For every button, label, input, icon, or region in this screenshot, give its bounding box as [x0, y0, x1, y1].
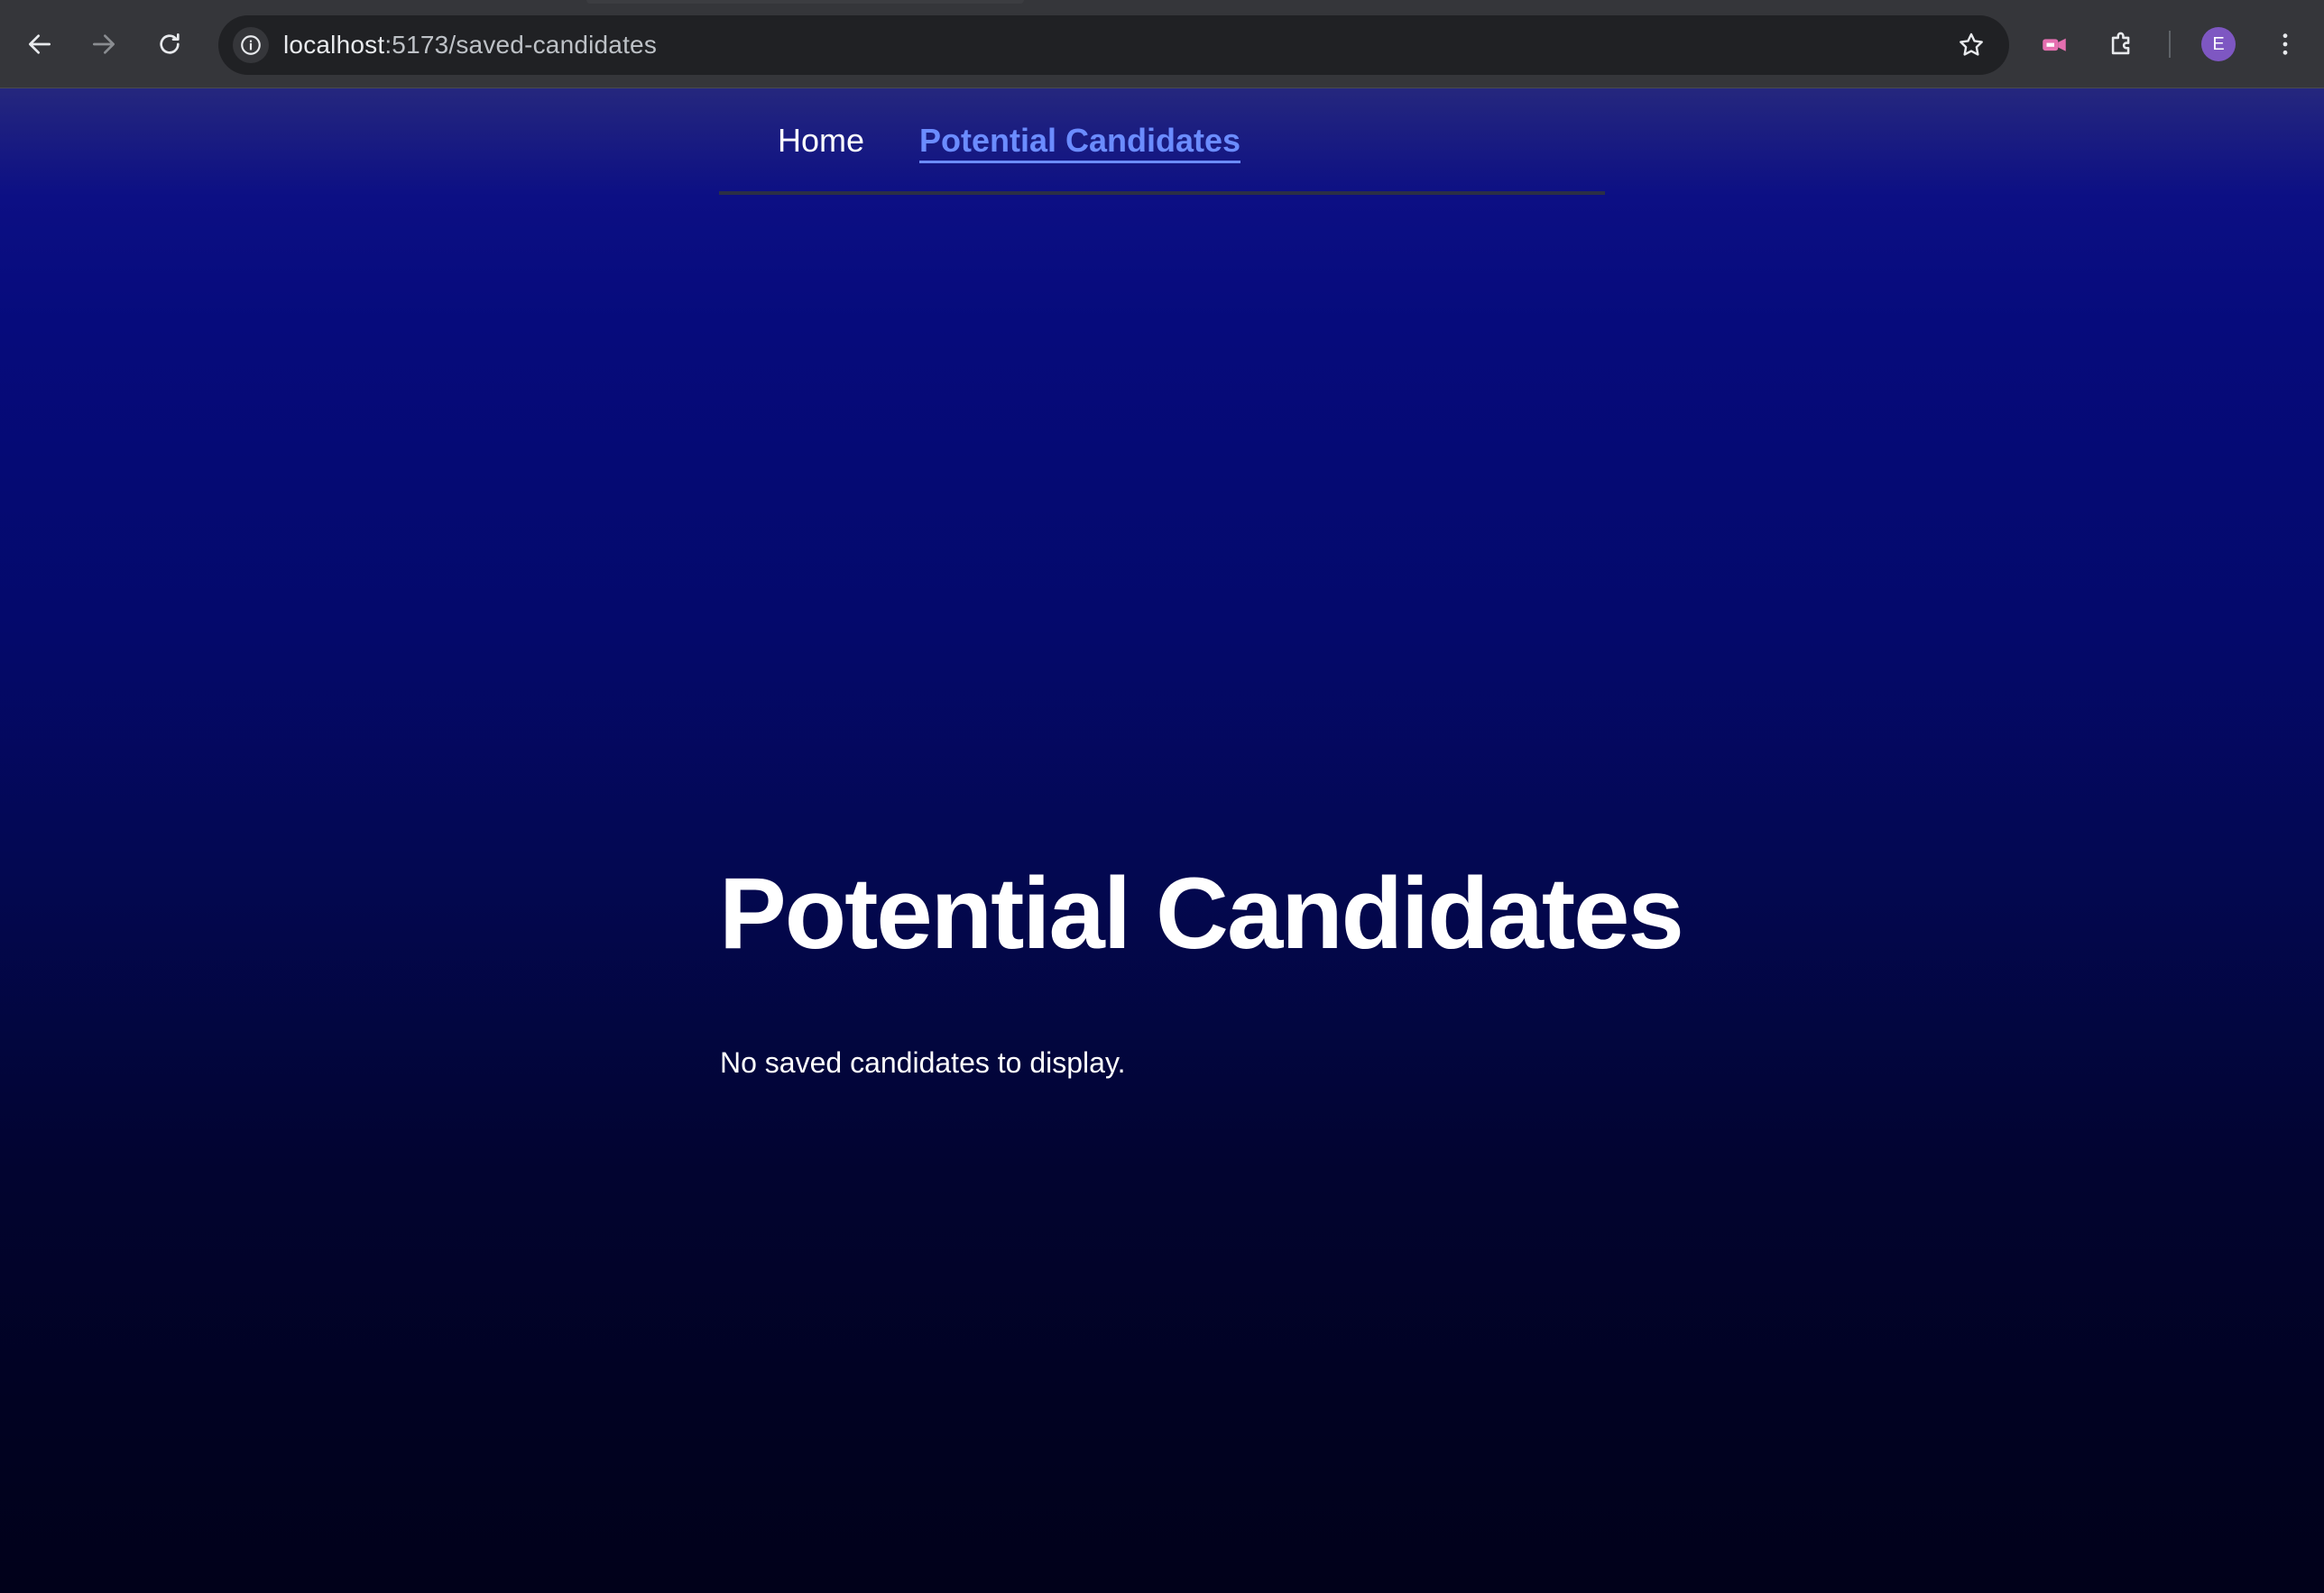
extensions-button[interactable] — [2101, 23, 2143, 65]
site-navigation: Home Potential Candidates — [719, 88, 1605, 195]
back-button[interactable] — [19, 23, 60, 65]
nav-link-home[interactable]: Home — [778, 121, 864, 161]
arrow-left-icon — [29, 34, 51, 54]
page-title: Potential Candidates — [719, 857, 1684, 970]
browser-toolbar: localhost:5173/saved-candidates E — [0, 0, 2324, 88]
site-info-button[interactable] — [233, 27, 269, 63]
url-path: :5173/saved-candidates — [384, 31, 658, 59]
browser-menu-button[interactable] — [2264, 23, 2306, 65]
arrow-right-icon — [93, 34, 115, 54]
media-extension-icon — [2043, 38, 2066, 51]
puzzle-icon — [2111, 32, 2130, 55]
forward-button[interactable] — [83, 23, 124, 65]
url-text[interactable]: localhost:5173/saved-candidates — [283, 15, 657, 75]
reload-icon — [160, 33, 180, 54]
empty-state-message: No saved candidates to display. — [720, 1046, 1126, 1079]
media-extension-button[interactable] — [2034, 23, 2075, 65]
reload-button[interactable] — [149, 23, 190, 65]
nav-link-potential-candidates[interactable]: Potential Candidates — [919, 121, 1241, 163]
tab-strip-edge — [586, 0, 1024, 4]
toolbar-divider — [2169, 31, 2171, 58]
kebab-menu-icon — [2282, 33, 2288, 55]
browser-window: localhost:5173/saved-candidates E Home P… — [0, 0, 2324, 1593]
page-viewport: Home Potential Candidates Potential Cand… — [0, 88, 2324, 1593]
address-bar[interactable]: localhost:5173/saved-candidates — [218, 15, 2009, 75]
info-icon — [241, 35, 261, 55]
url-host: localhost — [283, 31, 385, 59]
bookmark-button[interactable] — [1953, 27, 1989, 63]
star-icon — [1960, 32, 1983, 56]
profile-avatar[interactable]: E — [2201, 27, 2236, 61]
